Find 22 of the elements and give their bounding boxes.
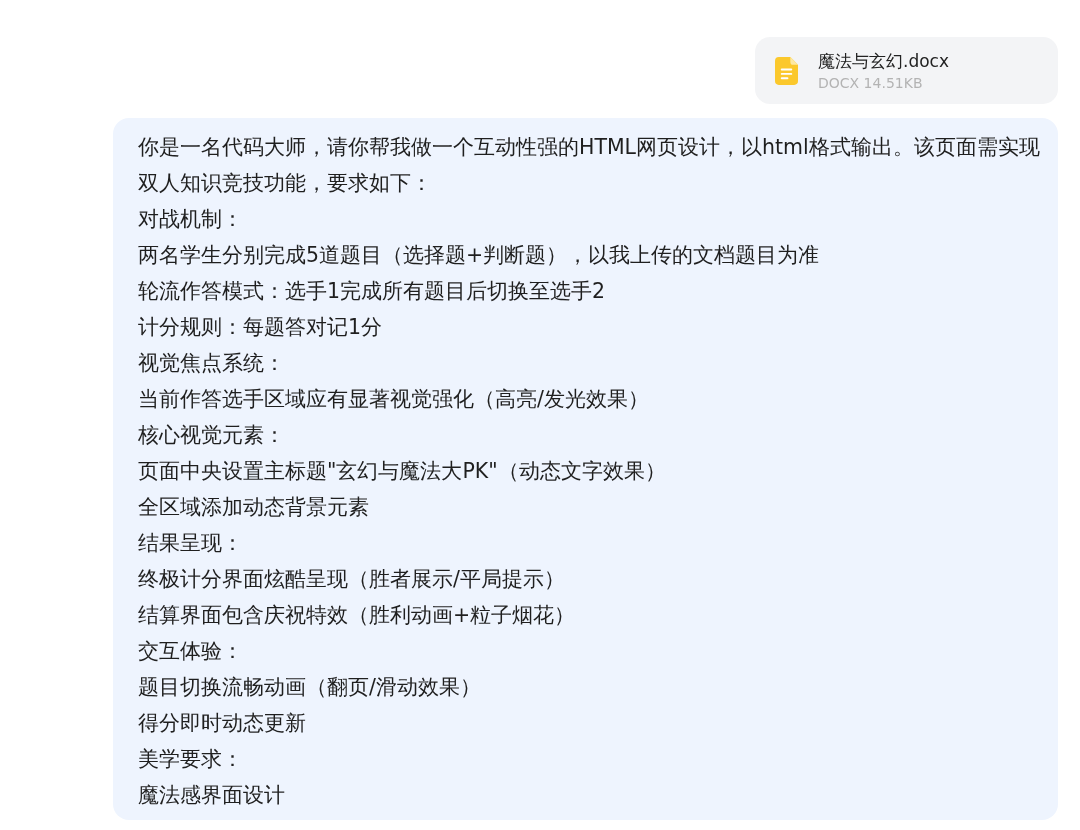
message-line: 结果呈现：: [138, 530, 244, 557]
message-line: 魔法感界面设计: [138, 782, 286, 809]
message-line: 交互体验：: [138, 638, 244, 665]
message-line: 终极计分界面炫酷呈现（胜者展示/平局提示）: [138, 566, 566, 593]
message-line: 得分即时动态更新: [138, 710, 307, 737]
message-line: 结算界面包含庆祝特效（胜利动画+粒子烟花）: [138, 602, 577, 629]
message-line: 题目切换流畅动画（翻页/滑动效果）: [138, 674, 482, 701]
message-line: 对战机制：: [138, 206, 244, 233]
message-line: 视觉焦点系统：: [138, 350, 286, 377]
message-line: 全区域添加动态背景元素: [138, 494, 370, 521]
file-name: 魔法与玄幻.docx: [818, 49, 949, 72]
message-line: 当前作答选手区域应有显著视觉强化（高亮/发光效果）: [138, 386, 650, 413]
document-icon: [775, 56, 798, 85]
file-info: DOCX 14.51KB: [818, 73, 924, 92]
message-line: 两名学生分别完成5道题目（选择题+判断题），以我上传的文档题目为准: [138, 242, 821, 269]
file-attachment-card[interactable]: 魔法与玄幻.docx DOCX 14.51KB: [755, 37, 1058, 104]
message-line: 页面中央设置主标题"玄幻与魔法大PK"（动态文字效果）: [138, 458, 667, 485]
message-line: 轮流作答模式：选手1完成所有题目后切换至选手2: [138, 278, 607, 305]
message-line: 核心视觉元素：: [138, 422, 286, 449]
message-line: 计分规则：每题答对记1分: [138, 314, 384, 341]
message-line: 你是一名代码大师，请你帮我做一个互动性强的HTML网页设计，以html格式输出。该页面需实现双人知识竞技功能，要求如下：: [138, 134, 1041, 197]
message-line: 美学要求：: [138, 746, 244, 773]
